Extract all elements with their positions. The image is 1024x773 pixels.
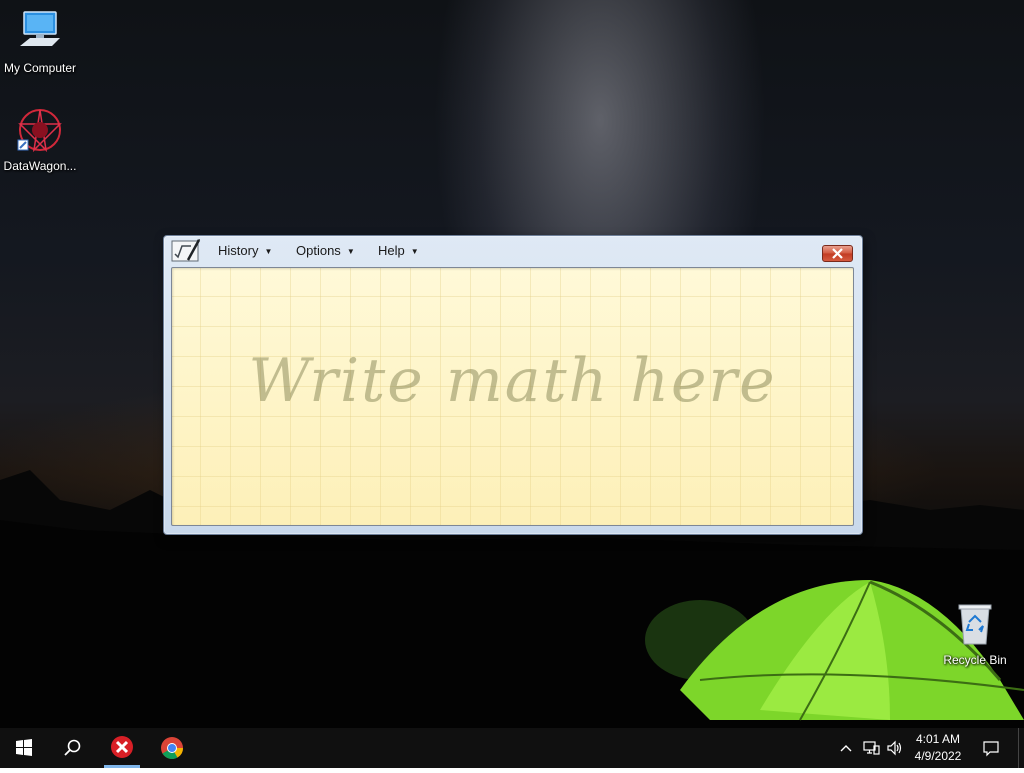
start-button[interactable] <box>0 728 48 768</box>
taskbar-app-red-x[interactable] <box>98 728 146 768</box>
taskbar: 4:01 AM 4/9/2022 <box>0 728 1024 768</box>
desktop: My Computer DataWagon... Recycle Bin His… <box>0 0 1024 728</box>
caret-down-icon: ▼ <box>264 247 273 257</box>
math-input-panel-icon[interactable] <box>171 238 201 264</box>
caret-down-icon: ▼ <box>346 247 355 257</box>
desktop-icon-label: DataWagon... <box>3 159 77 173</box>
desktop-icon-recycle-bin[interactable]: Recycle Bin <box>935 600 1015 667</box>
close-icon <box>832 248 843 259</box>
desktop-icon-label: Recycle Bin <box>943 653 1007 667</box>
math-input-window[interactable]: History ▼ Options ▼ Help ▼ Write math here <box>163 235 863 535</box>
recycle-bin-icon <box>958 604 992 645</box>
menu-options-label: Options <box>296 243 341 258</box>
notification-icon[interactable] <box>982 739 1000 757</box>
search-icon <box>64 739 81 756</box>
network-icon[interactable] <box>862 739 880 757</box>
chevron-up-icon[interactable] <box>838 740 854 756</box>
chrome-icon <box>161 737 183 759</box>
desktop-icon-label: My Computer <box>3 61 77 75</box>
taskbar-app-chrome[interactable] <box>148 728 196 768</box>
menu-history-label: History <box>218 243 259 258</box>
search-button[interactable] <box>48 728 96 768</box>
datawagon-icon <box>17 109 62 153</box>
windows-start-icon <box>16 739 32 756</box>
menu-help-label: Help <box>378 243 405 258</box>
menu-help[interactable]: Help ▼ <box>378 243 419 258</box>
close-button[interactable] <box>822 245 853 262</box>
desktop-icon-datawagon[interactable]: DataWagon... <box>0 106 80 173</box>
clock-time[interactable]: 4:01 AM <box>912 732 964 746</box>
volume-icon[interactable] <box>886 739 904 757</box>
writing-pad-hint: Write math here <box>248 346 777 416</box>
title-bar[interactable]: History ▼ Options ▼ Help ▼ <box>164 236 862 267</box>
desktop-icon-my-computer[interactable]: My Computer <box>0 8 80 75</box>
menu-history[interactable]: History ▼ <box>218 243 272 258</box>
computer-icon <box>20 11 60 46</box>
caret-down-icon: ▼ <box>410 247 419 257</box>
clock-date[interactable]: 4/9/2022 <box>910 749 966 763</box>
menu-options[interactable]: Options ▼ <box>296 243 355 258</box>
writing-pad[interactable]: Write math here <box>171 267 854 526</box>
red-x-app-icon <box>104 736 140 768</box>
show-desktop-button[interactable] <box>1018 728 1024 768</box>
